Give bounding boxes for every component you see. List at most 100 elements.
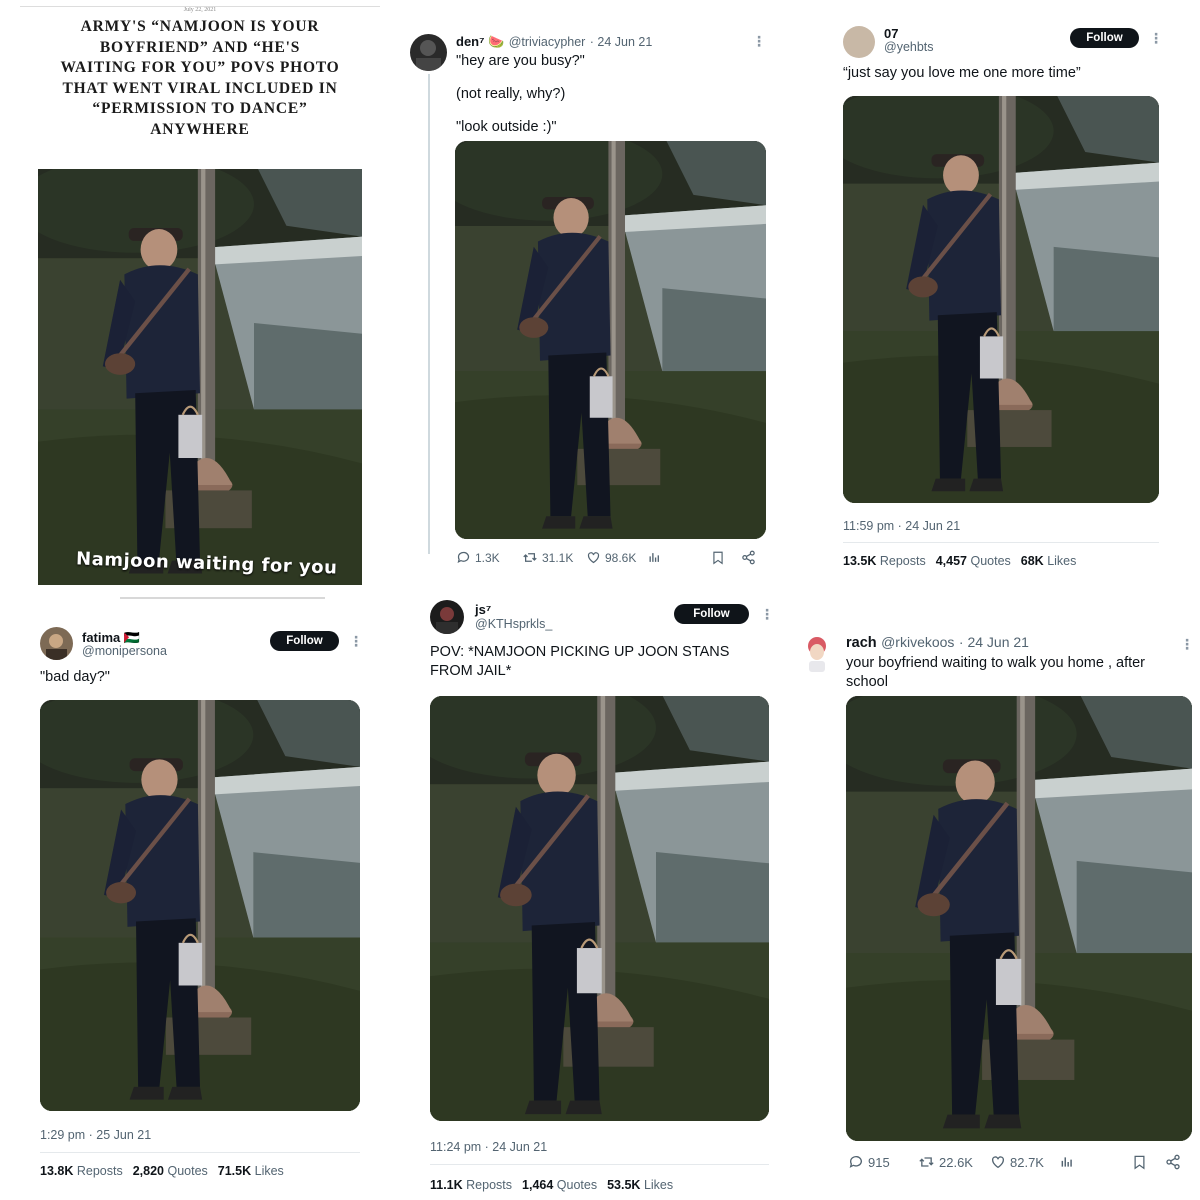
retweet-icon (523, 553, 537, 562)
reposts-label[interactable]: Reposts (466, 1178, 512, 1192)
likes-label[interactable]: Likes (1047, 554, 1076, 568)
avatar-image (436, 607, 458, 634)
divider (843, 542, 1159, 543)
tweet-photo[interactable] (846, 696, 1192, 1141)
tweet-line-3: "look outside :)" (456, 119, 557, 135)
reposts-label[interactable]: Reposts (77, 1164, 123, 1178)
reposts-count[interactable]: 13.5K (843, 554, 876, 568)
user-handle[interactable]: @rkivekoos (881, 634, 954, 650)
avatar-image (808, 637, 826, 672)
article-top-rule (20, 6, 380, 7)
user-handle[interactable]: @triviacypher (509, 35, 586, 49)
likes-count[interactable]: 71.5K (218, 1164, 251, 1178)
reposts-count[interactable]: 13.8K (40, 1164, 73, 1178)
likes-count[interactable]: 53.5K (607, 1178, 640, 1192)
tweet-photo[interactable] (843, 96, 1159, 503)
user-name[interactable]: js⁷ (475, 602, 491, 617)
user-handle[interactable]: @KTHsprkls_ (475, 617, 552, 631)
retweet-icon (919, 1157, 934, 1167)
analytics-icon[interactable] (1060, 1155, 1074, 1174)
share-icon[interactable] (741, 550, 756, 570)
like-count: 98.6K (605, 550, 637, 565)
divider (40, 1152, 360, 1153)
tweet-monipersona[interactable]: fatima 🇵🇸 @monipersona Follow ⋮ "bad day… (0, 600, 400, 1200)
tweet-text: “just say you love me one more time” (843, 65, 1081, 81)
user-handle[interactable]: @monipersona (82, 644, 167, 658)
reply-count: 915 (868, 1154, 890, 1170)
tweet-kthsprkls[interactable]: js⁷ @KTHsprkls_ Follow ⋮ POV: *NAMJOON P… (400, 600, 800, 1200)
tweet-stats: 13.8K Reposts 2,820 Quotes 71.5K Likes (40, 1164, 284, 1178)
like-button[interactable]: 82.7K (990, 1154, 1044, 1170)
quotes-label[interactable]: Quotes (167, 1164, 207, 1178)
follow-button[interactable]: Follow (270, 631, 339, 651)
tweet-date[interactable]: · 24 Jun 21 (959, 634, 1029, 650)
user-name[interactable]: rach (846, 635, 877, 651)
more-icon[interactable]: ⋮ (1149, 31, 1163, 45)
tweet-timestamp[interactable]: 1:29 pm · 25 Jun 21 (40, 1128, 151, 1142)
reply-count: 1.3K (475, 550, 500, 565)
tweet-photo[interactable] (40, 700, 360, 1111)
follow-button[interactable]: Follow (1070, 28, 1139, 48)
tweet-den[interactable]: den⁷ 🍉 @triviacypher · 24 Jun 21 ⋮ "hey … (400, 0, 800, 600)
share-icon[interactable] (1165, 1154, 1181, 1175)
avatar[interactable] (40, 627, 73, 660)
tweet-text: "bad day?" (40, 669, 110, 685)
namjoon-photo (843, 96, 1159, 503)
tweet-photo[interactable] (430, 696, 769, 1121)
quotes-label[interactable]: Quotes (557, 1178, 597, 1192)
reply-icon (849, 1156, 862, 1168)
analytics-icon[interactable] (648, 551, 661, 569)
likes-label[interactable]: Likes (644, 1178, 673, 1192)
likes-label[interactable]: Likes (255, 1164, 284, 1178)
tweet-timestamp[interactable]: 11:24 pm · 24 Jun 21 (430, 1140, 547, 1154)
user-name[interactable]: den⁷ 🍉 (456, 34, 504, 49)
reposts-count[interactable]: 11.1K (430, 1178, 463, 1192)
like-icon (587, 552, 600, 564)
user-name[interactable]: 07 (884, 26, 898, 41)
article-panel: July 22, 2021 ARMY'S “NAMJOON IS YOUR BO… (0, 0, 400, 600)
bookmark-icon[interactable] (1132, 1154, 1147, 1175)
like-icon (992, 1156, 1004, 1169)
tweet-stats: 11.1K Reposts 1,464 Quotes 53.5K Likes (430, 1178, 673, 1192)
avatar[interactable] (410, 34, 447, 71)
more-icon[interactable]: ⋮ (349, 634, 363, 648)
quotes-count[interactable]: 2,820 (133, 1164, 164, 1178)
bookmark-icon[interactable] (711, 550, 725, 570)
retweet-button[interactable]: 31.1K (522, 550, 573, 565)
tweet-stats: 13.5K Reposts 4,457 Quotes 68K Likes (843, 554, 1076, 568)
tweet-rkivekoos[interactable]: rach @rkivekoos · 24 Jun 21 ⋮ your boyfr… (800, 600, 1200, 1200)
user-handle[interactable]: @yehbts (884, 40, 934, 54)
tweet-text: your boyfriend waiting to walk you home … (846, 655, 1146, 690)
more-icon[interactable]: ⋮ (760, 607, 774, 621)
article-title: ARMY'S “NAMJOON IS YOUR BOYFRIEND” AND “… (60, 18, 340, 138)
retweet-button[interactable]: 22.6K (918, 1154, 973, 1170)
thread-line (428, 74, 430, 554)
tweet-photo[interactable] (455, 141, 766, 539)
tweet-header: rach @rkivekoos · 24 Jun 21 (846, 634, 1029, 652)
tweet-date[interactable]: · 24 Jun 21 (590, 35, 653, 49)
namjoon-photo (38, 169, 362, 585)
quotes-count[interactable]: 1,464 (522, 1178, 553, 1192)
more-icon[interactable]: ⋮ (752, 34, 766, 48)
avatar-image (416, 40, 441, 71)
reply-button[interactable]: 1.3K (456, 550, 500, 565)
more-icon[interactable]: ⋮ (1180, 637, 1194, 651)
follow-button[interactable]: Follow (674, 604, 749, 624)
article-date: July 22, 2021 (183, 7, 217, 13)
article-photo[interactable]: Namjoon waiting for you (38, 169, 362, 585)
reply-button[interactable]: 915 (848, 1154, 890, 1170)
like-count: 82.7K (1010, 1154, 1044, 1170)
avatar[interactable] (843, 26, 875, 58)
like-button[interactable]: 98.6K (586, 550, 636, 565)
quotes-count[interactable]: 4,457 (936, 554, 967, 568)
avatar[interactable] (800, 634, 834, 674)
namjoon-photo (455, 141, 766, 539)
avatar[interactable] (430, 600, 464, 634)
namjoon-photo (430, 696, 769, 1121)
tweet-yehbts[interactable]: 07 @yehbts Follow ⋮ “just say you love m… (800, 0, 1200, 600)
likes-count[interactable]: 68K (1021, 554, 1044, 568)
namjoon-photo (40, 700, 360, 1111)
quotes-label[interactable]: Quotes (970, 554, 1010, 568)
tweet-timestamp[interactable]: 11:59 pm · 24 Jun 21 (843, 519, 960, 533)
reposts-label[interactable]: Reposts (880, 554, 926, 568)
